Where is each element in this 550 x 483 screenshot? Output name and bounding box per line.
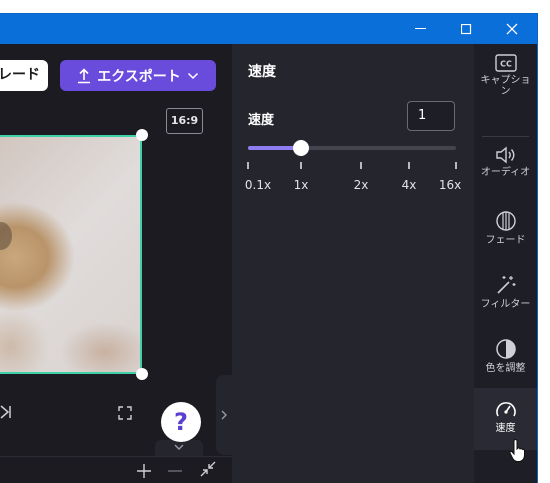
sidebar-item-audio[interactable]: オーディオ [474,146,537,192]
properties-sidebar: CC キャプション オーディオ フェード フィルター 色を調整 速度 [474,44,537,483]
aspect-ratio-button[interactable]: 16:9 [166,108,203,134]
filter-wand-icon [496,276,515,294]
maximize-button[interactable] [443,14,489,44]
close-icon [506,23,518,35]
resize-handle-top-right[interactable] [136,129,148,141]
preview-image-detail [0,222,12,250]
minimize-button[interactable] [397,14,443,44]
sidebar-item-color-adjust[interactable]: 色を調整 [474,338,537,384]
sidebar-item-captions[interactable]: CC キャプション [474,54,537,114]
maximize-icon [460,23,471,34]
zoom-out-icon[interactable] [168,463,182,482]
sidebar-item-label: キャプション [480,75,531,97]
hand-cursor-icon [509,438,525,462]
speed-tick-label: 1x [293,178,309,192]
sidebar-item-label: フィルター [480,299,531,310]
sidebar-divider [482,136,529,137]
svg-text:CC: CC [500,60,512,69]
color-adjust-icon [495,339,516,359]
fit-timeline-icon[interactable] [200,461,216,481]
zoom-in-icon[interactable] [137,463,151,482]
speed-tick [408,162,410,169]
app-window: レード エクスポート 16:9 ? 速度 速度 1 0.1x 1x 2x 4x … [0,13,538,483]
panel-collapse-toggle[interactable] [216,375,232,455]
speed-tick [247,162,249,169]
speed-tick-label: 16x [438,178,462,192]
sidebar-item-label: オーディオ [480,167,531,178]
speed-slider[interactable] [248,140,456,156]
mouse-cursor [508,438,528,467]
download-button-label: レード [0,67,40,83]
speed-tick [455,162,457,169]
speed-tick-label: 4x [401,178,417,192]
export-button-label: エクスポート [97,68,181,85]
chevron-right-icon [221,410,227,420]
help-button[interactable]: ? [161,402,201,442]
speed-panel: 速度 速度 1 0.1x 1x 2x 4x 16x [232,44,474,483]
sidebar-item-filter[interactable]: フィルター [474,274,537,320]
minimize-icon [414,28,426,29]
speed-label: 速度 [248,113,275,128]
speed-slider-thumb[interactable] [293,140,309,156]
speed-tick [360,162,362,169]
speedometer-icon [495,402,516,417]
speed-tick [300,162,302,169]
panel-title: 速度 [248,64,276,80]
speed-input[interactable]: 1 [407,101,455,131]
chevron-down-icon [187,72,198,79]
sidebar-item-label: 色を調整 [485,363,526,374]
speed-tick-label: 2x [353,178,369,192]
close-button[interactable] [489,14,535,44]
speed-tick-label: 0.1x [244,178,272,192]
video-preview[interactable] [0,135,142,374]
sidebar-item-fade[interactable]: フェード [474,210,537,256]
timeline-toolbar [0,456,232,483]
sidebar-item-label: 速度 [495,423,516,434]
captions-icon: CC [494,54,517,72]
audio-icon [495,146,514,164]
resize-handle-bottom-right[interactable] [136,368,148,380]
editor-area: レード エクスポート 16:9 ? [0,44,232,483]
export-button[interactable]: エクスポート [60,60,216,91]
download-button[interactable]: レード [0,60,48,91]
upload-icon [78,67,91,83]
sidebar-item-label: フェード [485,235,526,246]
fade-icon [495,211,516,231]
title-bar [0,14,537,44]
fullscreen-icon[interactable] [118,405,132,424]
skip-forward-icon[interactable] [0,404,12,423]
